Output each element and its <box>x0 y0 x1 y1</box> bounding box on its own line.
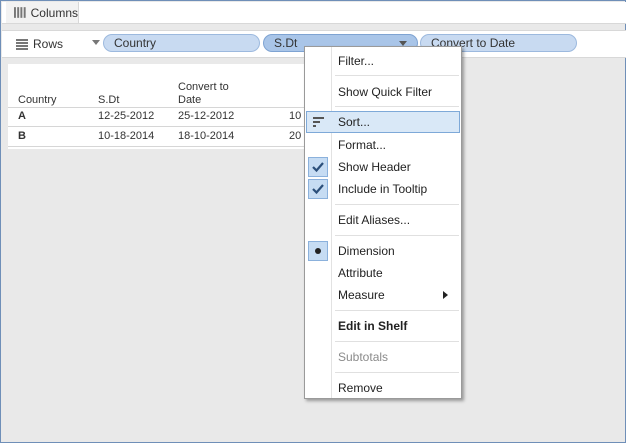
menu-item-dimension[interactable]: Dimension <box>306 240 460 262</box>
cell-converted[interactable]: 18-10-2014 <box>178 130 234 142</box>
submenu-arrow-icon <box>443 291 448 299</box>
menu-separator <box>335 310 459 311</box>
rows-shelf-icon <box>16 38 28 50</box>
cell-value-partial[interactable]: 10 <box>289 110 301 122</box>
context-menu: Filter... Show Quick Filter Sort... Form… <box>304 46 462 399</box>
columns-shelf-icon <box>14 7 26 18</box>
menu-item-label: Dimension <box>338 244 395 258</box>
checkmark-icon <box>308 157 328 177</box>
menu-item-format[interactable]: Format... <box>306 134 460 156</box>
pill-sdt-label: S.Dt <box>274 36 298 50</box>
cell-sdt[interactable]: 10-18-2014 <box>98 130 154 142</box>
divider <box>8 107 304 108</box>
menu-item-edit-in-shelf[interactable]: Edit in Shelf <box>306 315 460 337</box>
header-sdt[interactable]: S.Dt <box>98 94 119 107</box>
columns-shelf-label: Columns <box>6 2 79 23</box>
chevron-down-icon[interactable] <box>92 40 100 45</box>
pill-country[interactable]: Country <box>103 34 260 52</box>
workspace: Columns Rows Country S.Dt Convert to Dat… <box>0 0 626 443</box>
pill-country-label: Country <box>114 36 157 50</box>
columns-shelf[interactable]: Columns <box>2 2 626 24</box>
cell-value-partial[interactable]: 20 <box>289 130 301 142</box>
radio-dot-icon <box>308 241 328 261</box>
checkmark-icon <box>308 179 328 199</box>
menu-item-label: Edit in Shelf <box>338 319 408 333</box>
menu-item-label: Edit Aliases... <box>338 213 411 227</box>
menu-item-label: Subtotals <box>338 350 389 364</box>
menu-separator <box>335 341 459 342</box>
data-view: Country S.Dt Convert to Date A 12-25-201… <box>8 64 304 149</box>
rows-label-text: Rows <box>33 37 64 51</box>
menu-item-label: Remove <box>338 381 383 395</box>
menu-separator <box>335 204 459 205</box>
cell-country[interactable]: B <box>18 130 26 142</box>
cell-converted[interactable]: 25-12-2012 <box>178 110 234 122</box>
menu-item-attribute[interactable]: Attribute <box>306 262 460 284</box>
menu-item-subtotals: Subtotals <box>306 346 460 368</box>
menu-item-edit-aliases[interactable]: Edit Aliases... <box>306 209 460 231</box>
menu-item-label: Measure <box>338 288 385 302</box>
divider <box>8 126 304 127</box>
menu-item-filter[interactable]: Filter... <box>306 50 460 72</box>
menu-separator <box>335 75 459 76</box>
menu-item-sort[interactable]: Sort... <box>306 111 460 133</box>
menu-item-label: Filter... <box>338 54 375 68</box>
menu-item-label: Attribute <box>338 266 383 280</box>
menu-item-label: Include in Tooltip <box>338 182 428 196</box>
header-country[interactable]: Country <box>18 94 57 107</box>
menu-item-label: Show Quick Filter <box>338 85 433 99</box>
cell-sdt[interactable]: 12-25-2012 <box>98 110 154 122</box>
menu-item-include-in-tooltip[interactable]: Include in Tooltip <box>306 178 460 200</box>
divider <box>8 146 304 147</box>
menu-item-show-header[interactable]: Show Header <box>306 156 460 178</box>
menu-item-label: Format... <box>338 138 387 152</box>
menu-item-label: Sort... <box>338 115 371 129</box>
columns-label-text: Columns <box>30 5 78 20</box>
menu-item-label: Show Header <box>338 160 411 174</box>
menu-item-show-quick-filter[interactable]: Show Quick Filter <box>306 81 460 103</box>
menu-separator <box>335 106 459 107</box>
menu-separator <box>335 235 459 236</box>
menu-item-measure[interactable]: Measure <box>306 284 460 306</box>
menu-separator <box>335 372 459 373</box>
sort-icon <box>313 117 324 127</box>
header-convert-to-date[interactable]: Convert to Date <box>178 81 244 107</box>
menu-item-remove[interactable]: Remove <box>306 377 460 399</box>
cell-country[interactable]: A <box>18 110 26 122</box>
rows-shelf-label[interactable]: Rows <box>6 31 102 57</box>
